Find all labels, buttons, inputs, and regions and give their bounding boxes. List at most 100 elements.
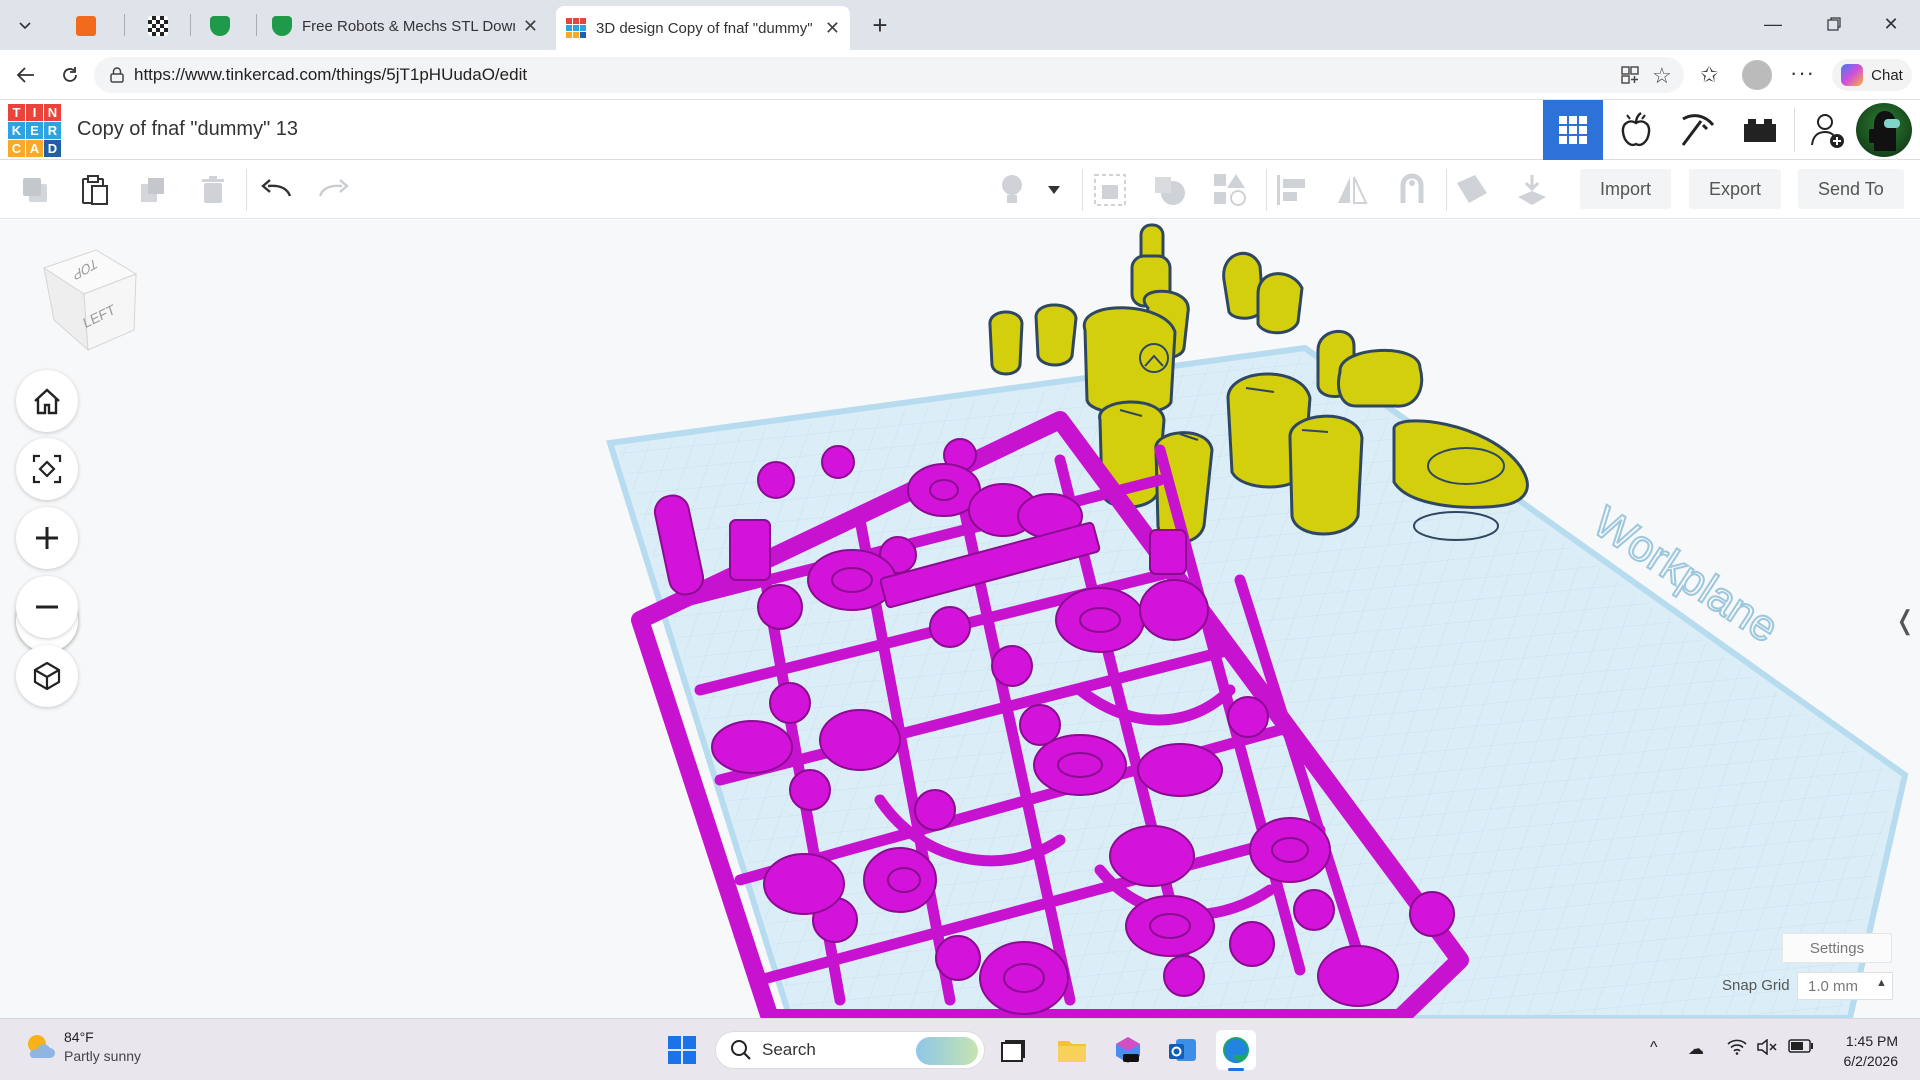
cruise-button[interactable] [1392,170,1432,210]
import-button[interactable]: Import [1580,169,1672,209]
mirror-button[interactable] [1332,170,1372,210]
tab-1[interactable] [66,7,110,45]
temperature: 84°F [64,1029,94,1045]
blocks-button[interactable] [1668,100,1728,160]
workplane-button[interactable] [1512,170,1552,210]
trash-icon [202,176,224,203]
task-view-button[interactable] [994,1030,1034,1070]
view-cube[interactable]: TOP LEFT [38,248,142,356]
show-hidden-icons-chevron-icon[interactable]: ^ [1650,1039,1658,1057]
tab-free-robots[interactable]: Free Robots & Mechs STL Downlo ✕ [262,7,548,45]
send-to-button[interactable]: Send To [1798,169,1904,209]
refresh-icon[interactable] [54,59,86,91]
design-title[interactable]: Copy of fnaf "dummy" 13 [77,118,298,141]
weather-widget[interactable]: 84°F Partly sunny [24,1029,141,1064]
scene-canvas[interactable]: Workplane [0,220,1920,1018]
ruler-button[interactable] [1452,170,1492,210]
taskbar-search-box[interactable]: Search [715,1031,985,1069]
tab-2[interactable] [138,7,182,45]
brick-icon [1744,119,1776,142]
tab-actions-chevron-icon[interactable] [10,10,40,40]
date: 6/2/2026 [1843,1053,1899,1069]
perspective-button[interactable] [16,645,78,707]
wifi-icon[interactable] [1727,1039,1747,1060]
start-button[interactable] [662,1030,702,1070]
settings-button[interactable]: Settings [1782,933,1892,963]
undo-button[interactable] [256,170,296,210]
close-tab-icon[interactable]: ✕ [817,18,840,39]
tab-3[interactable] [200,7,244,45]
edge-icon [1223,1037,1249,1064]
active-app-indicator [1228,1068,1244,1071]
edge-browser-button[interactable] [1216,1030,1256,1071]
delete-button[interactable] [193,170,233,210]
duplicate-button[interactable] [133,170,173,210]
new-tab-button[interactable]: + [864,9,896,41]
volume-muted-icon[interactable] [1756,1038,1778,1060]
app-available-icon[interactable] [1620,65,1640,90]
snap-grid-select[interactable]: 1.0 mm ▲ [1797,972,1893,1000]
outlook-button[interactable] [1162,1030,1202,1070]
zoom-out-button[interactable] [16,576,78,638]
editor-toolbar: Import Export Send To [0,161,1920,219]
logo-letter: D [44,140,61,157]
back-icon[interactable] [10,59,42,91]
favorites-icon[interactable]: ✩ [1700,62,1718,88]
url-text: https://www.tinkercad.com/things/5jT1pHU… [134,65,528,84]
caret-down-icon [1048,186,1060,194]
copy-button[interactable] [15,170,55,210]
3d-viewport[interactable]: Workplane TOP LEFT ❬ Settings Snap Grid … [0,220,1920,1018]
ungroup-button[interactable] [1150,170,1190,210]
site-info-icon[interactable] [108,66,126,89]
tab-3d-design[interactable]: 3D design Copy of fnaf "dummy" ✕ [556,6,850,50]
url-bar[interactable]: https://www.tinkercad.com/things/5jT1pHU… [94,57,1684,93]
align-icon [1277,175,1305,205]
tinkercad-logo[interactable]: T I N K E R C A D [8,104,62,158]
windows-taskbar: 84°F Partly sunny Search ^ ☁ 1:45 PM 6/2… [0,1018,1920,1080]
plus-icon [36,527,58,549]
group-button[interactable] [1090,170,1130,210]
redo-button[interactable] [314,170,354,210]
sim-lab-button[interactable] [1606,100,1666,160]
profile-avatar-icon[interactable] [1742,60,1772,90]
taskbar-clock[interactable]: 1:45 PM 6/2/2026 [1826,1031,1899,1071]
close-window-icon[interactable]: ✕ [1868,8,1914,40]
invite-user-button[interactable] [1798,100,1858,160]
pickaxe-icon [1681,114,1715,146]
favorite-star-icon[interactable]: ☆ [1652,63,1672,89]
close-tab-icon[interactable]: ✕ [515,16,538,37]
microsoft-365-button[interactable] [1108,1030,1148,1070]
restore-icon[interactable] [1811,8,1857,40]
home-view-button[interactable] [16,370,78,432]
logo-letter: K [8,122,25,139]
onedrive-icon[interactable]: ☁ [1688,1039,1704,1059]
align-button[interactable] [1272,170,1312,210]
logo-letter: C [8,140,25,157]
home-icon [34,388,60,415]
logo-letter: I [26,104,43,121]
fit-view-button[interactable] [16,438,78,500]
workplane-drop-icon [1518,175,1546,205]
copilot-chat-button[interactable]: Chat [1832,59,1912,91]
toolbar-divider [1446,169,1447,211]
export-button[interactable]: Export [1689,169,1782,209]
header-divider [1794,108,1795,152]
battery-icon[interactable] [1788,1039,1814,1058]
m365-icon [1116,1037,1140,1063]
tab-title: 3D design Copy of fnaf "dummy" [596,19,813,37]
file-explorer-button[interactable] [1052,1030,1092,1070]
color-picker-button[interactable] [1210,170,1250,210]
3d-design-view-button[interactable] [1543,100,1603,160]
user-avatar[interactable] [1856,103,1912,157]
paste-icon [82,175,108,205]
search-icon [731,1040,751,1060]
more-options-icon[interactable]: ··· [1790,60,1815,86]
bricks-button[interactable] [1730,100,1790,160]
minimize-icon[interactable]: — [1750,8,1796,40]
ruler-icon [1457,175,1487,203]
notes-dropdown[interactable] [1042,170,1066,210]
notes-button[interactable] [992,170,1032,210]
zoom-in-button[interactable] [16,507,78,569]
paste-button[interactable] [75,170,115,210]
collapse-panel-chevron-icon[interactable]: ❬ [1894,590,1916,650]
